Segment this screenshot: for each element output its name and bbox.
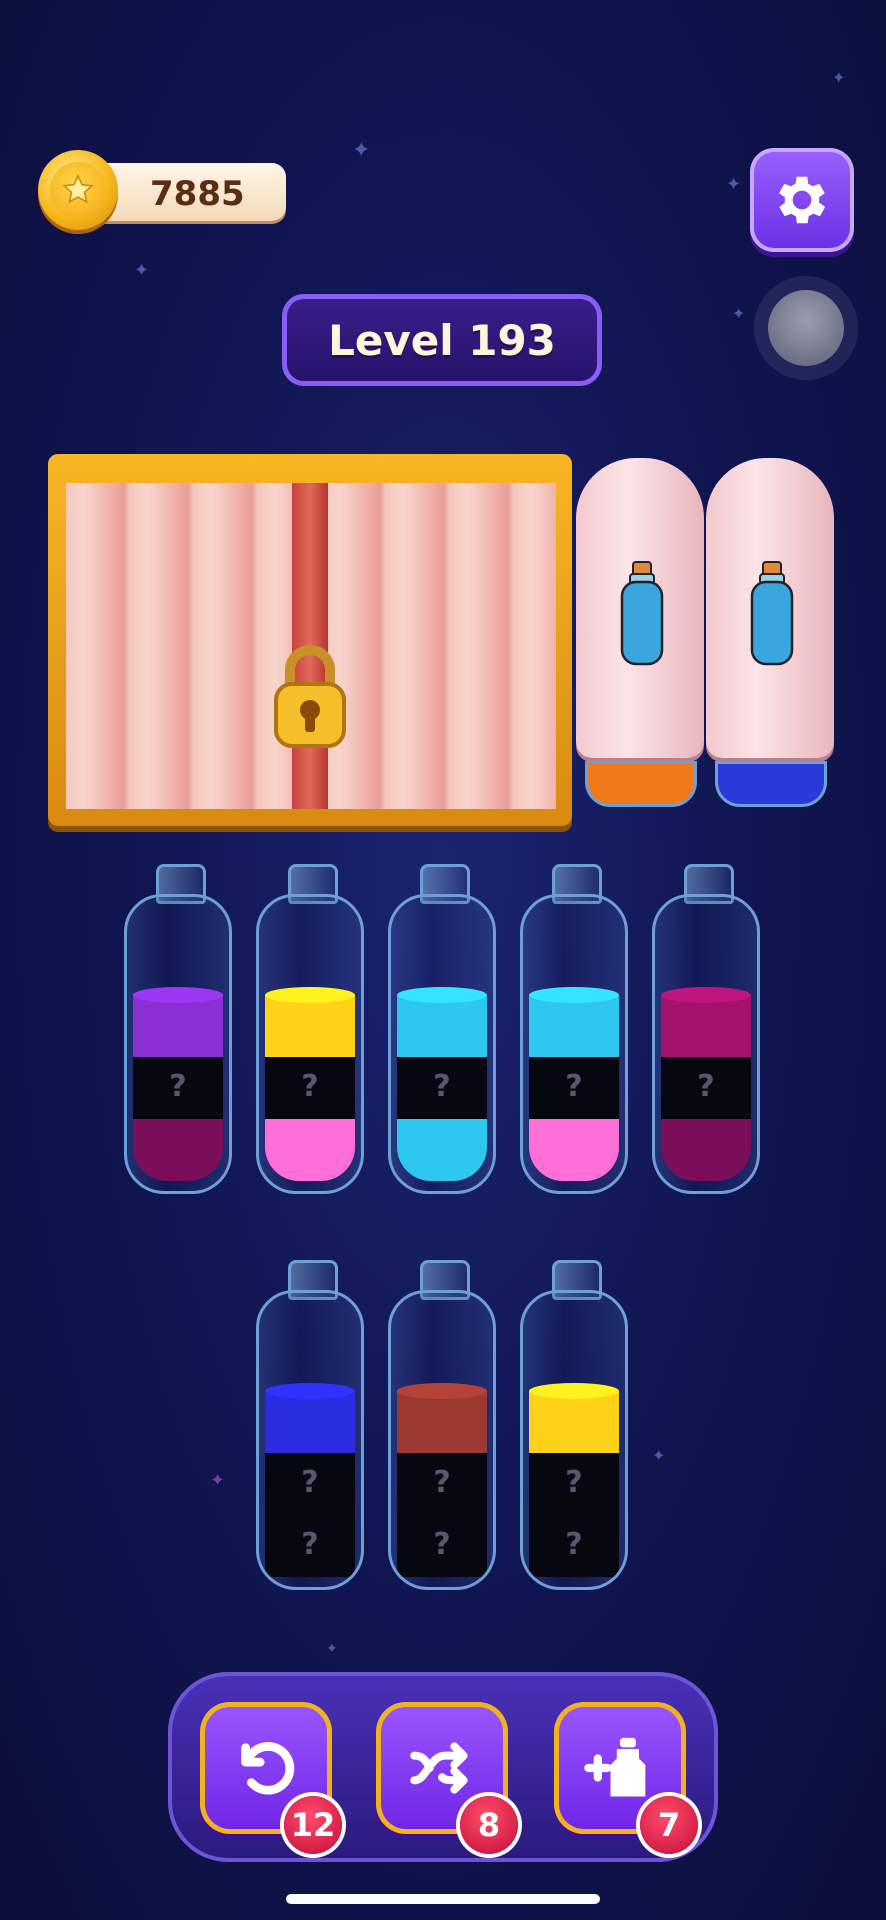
hidden-layer: ? — [661, 1057, 751, 1119]
settings-button[interactable] — [750, 148, 854, 252]
hidden-layer: ? — [397, 1515, 487, 1577]
padlock-icon — [270, 640, 350, 752]
bottle-glass: ?? — [388, 1290, 496, 1590]
hidden-layer: ? — [529, 1453, 619, 1515]
shuffle-icon — [410, 1742, 468, 1794]
sort-bottle[interactable]: ?? — [520, 1260, 628, 1590]
sort-bottle[interactable]: ? — [388, 864, 496, 1194]
liquid-layer — [133, 987, 223, 1057]
hidden-layer: ? — [397, 1453, 487, 1515]
star-decoration: ✦ — [134, 260, 150, 281]
shuffle-count-badge: 8 — [460, 1796, 518, 1854]
hidden-layer-marker: ? — [565, 1069, 583, 1104]
liquid-layer — [265, 1119, 355, 1181]
hidden-layer-marker: ? — [169, 1069, 187, 1104]
hidden-layer-marker: ? — [301, 1465, 319, 1500]
water-bottle-icon — [618, 560, 666, 672]
gear-icon — [779, 176, 826, 224]
sort-bottle[interactable]: ? — [256, 864, 364, 1194]
liquid-layer — [529, 987, 619, 1057]
add-bottle-count-badge: 7 — [640, 1796, 698, 1854]
bottle-glass: ? — [124, 894, 232, 1194]
star-decoration: ✦ — [652, 1446, 666, 1465]
liquid-layer — [529, 1119, 619, 1181]
hidden-layer: ? — [529, 1057, 619, 1119]
star-decoration: ✦ — [326, 1641, 338, 1657]
liquid-surface — [265, 987, 355, 1003]
liquid-surface — [529, 1383, 619, 1399]
liquid-surface — [529, 987, 619, 1003]
hidden-layer-marker: ? — [433, 1527, 451, 1562]
liquid-surface — [397, 987, 487, 1003]
hidden-layer-marker: ? — [301, 1527, 319, 1562]
star-decoration: ✦ — [732, 304, 746, 323]
home-indicator[interactable] — [286, 1894, 600, 1904]
bottle-glass: ? — [520, 894, 628, 1194]
coin-balance: 7885 — [150, 174, 245, 214]
hidden-layer: ? — [265, 1057, 355, 1119]
undo-icon — [241, 1742, 295, 1795]
liquid-surface — [133, 987, 223, 1003]
floating-toggle-button[interactable] — [768, 290, 844, 366]
liquid-surface — [265, 1383, 355, 1399]
liquid-surface — [661, 987, 751, 1003]
bottle-glass: ?? — [256, 1290, 364, 1590]
hidden-layer: ? — [397, 1057, 487, 1119]
hidden-layer-marker: ? — [433, 1069, 451, 1104]
hidden-layer: ? — [133, 1057, 223, 1119]
liquid-layer — [529, 1383, 619, 1453]
bottle-glass: ?? — [520, 1290, 628, 1590]
hidden-layer-marker: ? — [697, 1069, 715, 1104]
star-coin-icon — [38, 150, 118, 230]
hidden-layer: ? — [265, 1515, 355, 1577]
liquid-layer — [397, 987, 487, 1057]
star-decoration: ✦ — [832, 68, 846, 87]
sort-bottle[interactable]: ? — [520, 864, 628, 1194]
liquid-layer — [133, 1119, 223, 1181]
undo-count-badge: 12 — [284, 1796, 342, 1854]
liquid-layer — [265, 1383, 355, 1453]
liquid-layer — [397, 1119, 487, 1181]
star-decoration: ✦ — [352, 138, 371, 163]
liquid-layer — [397, 1383, 487, 1453]
hidden-layer-marker: ? — [565, 1527, 583, 1562]
liquid-layer — [265, 987, 355, 1057]
bottle-glass: ? — [388, 894, 496, 1194]
sort-bottle[interactable]: ?? — [388, 1260, 496, 1590]
level-indicator: Level 193 — [282, 294, 602, 386]
sort-bottle[interactable]: ?? — [256, 1260, 364, 1590]
hidden-layer: ? — [529, 1515, 619, 1577]
water-bottle-icon — [748, 560, 796, 672]
bottle-glass: ? — [256, 894, 364, 1194]
hidden-layer-marker: ? — [433, 1465, 451, 1500]
hidden-layer: ? — [265, 1453, 355, 1515]
liquid-layer — [661, 1119, 751, 1181]
bottle-glass: ? — [652, 894, 760, 1194]
hidden-layer-marker: ? — [565, 1465, 583, 1500]
liquid-layer — [661, 987, 751, 1057]
hidden-layer-marker: ? — [301, 1069, 319, 1104]
star-decoration: ✦ — [210, 1470, 226, 1491]
star-decoration: ✦ — [726, 174, 742, 195]
covered-bottle-base — [718, 764, 824, 804]
liquid-surface — [397, 1383, 487, 1399]
sort-bottle[interactable]: ? — [652, 864, 760, 1194]
covered-bottle-base — [588, 764, 694, 804]
add-bottle-icon — [584, 1737, 646, 1797]
sort-bottle[interactable]: ? — [124, 864, 232, 1194]
